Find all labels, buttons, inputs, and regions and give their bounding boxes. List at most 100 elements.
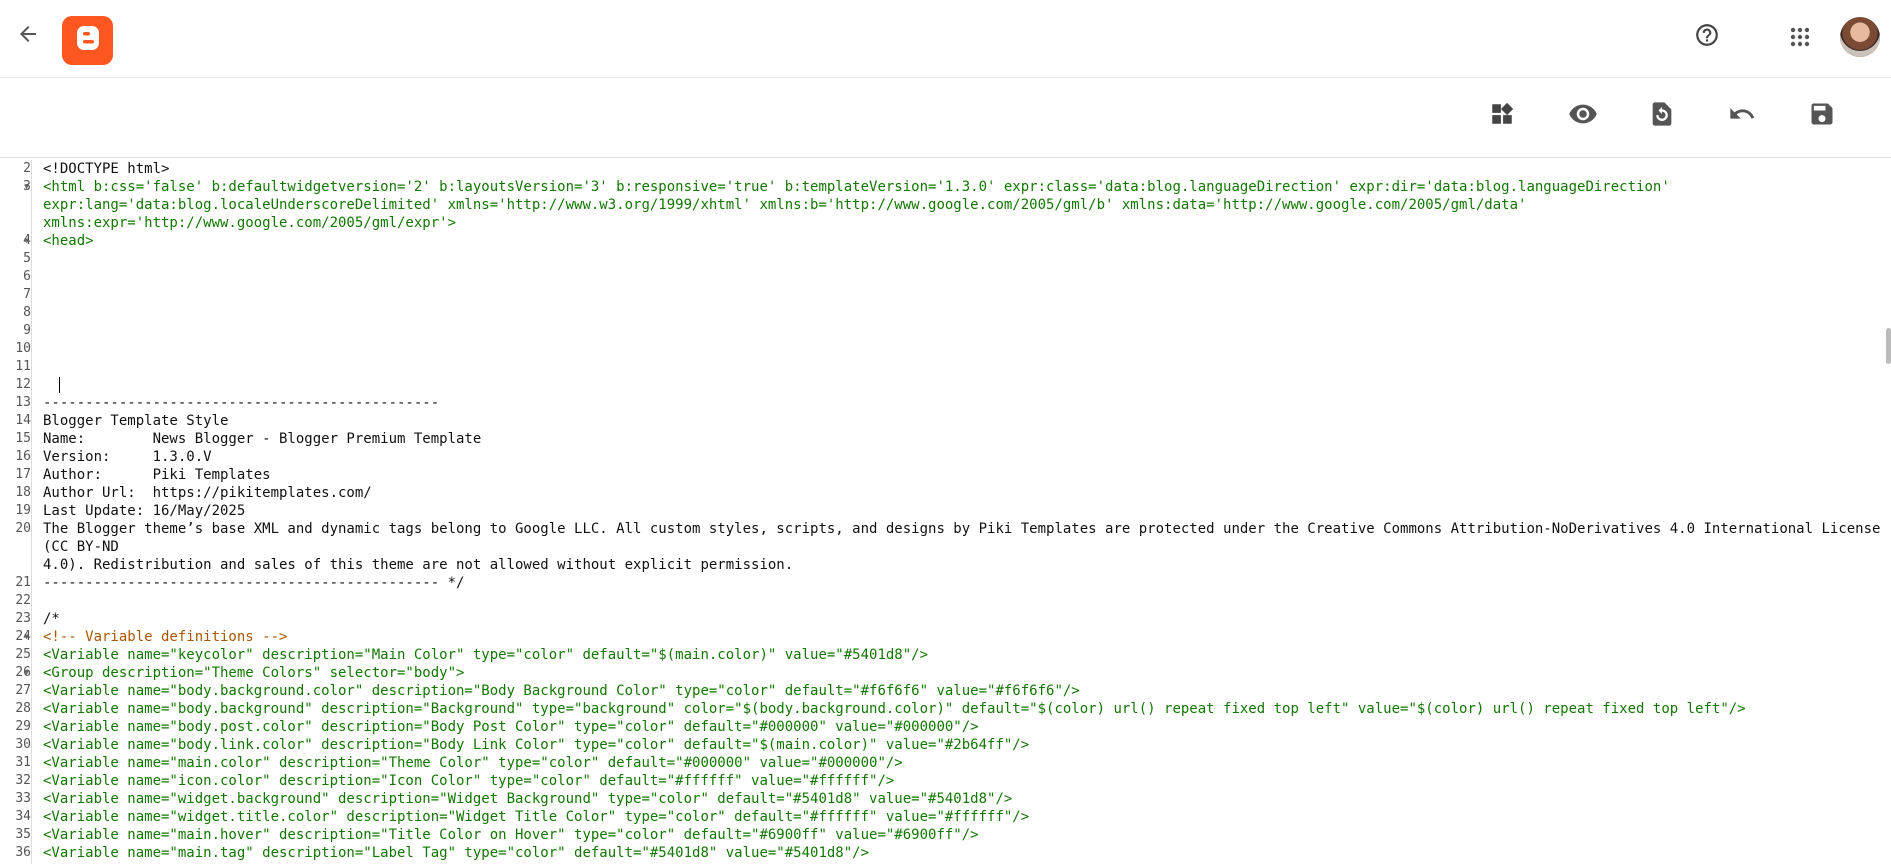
code-line[interactable]: 7 [0, 286, 1891, 304]
restore-button[interactable] [1644, 98, 1680, 134]
code-line[interactable]: 30 <Variable name="body.link.color" descr… [0, 736, 1891, 754]
code-line[interactable]: 19 Last Update: 16/May/2025 [0, 502, 1891, 520]
code-text: <Variable name="body.link.color" descrip… [43, 737, 1030, 753]
code-text: Version: 1.3.0.V [43, 449, 212, 465]
code-line[interactable]: 12 [0, 376, 1891, 394]
line-number: 23 [0, 610, 32, 628]
code-text: <Variable name="body.background.color" d… [43, 683, 1080, 699]
save-icon [1808, 100, 1836, 133]
arrow-left-icon [16, 22, 40, 51]
line-number: 22 [0, 592, 32, 610]
code-line[interactable]: 9 [0, 322, 1891, 340]
code-line[interactable]: 20 The Blogger theme’s base XML and dynam… [0, 520, 1891, 574]
line-number: 4 ▼ [0, 232, 32, 250]
line-number: 30 [0, 736, 32, 754]
code-editor[interactable]: 2 <!DOCTYPE html> 3 ▼ <html b:css='false' b:… [0, 160, 1891, 864]
code-line[interactable]: 22 [0, 592, 1891, 610]
code-text: Blogger Template Style [43, 413, 229, 429]
code-line[interactable]: 17 Author: Piki Templates [0, 466, 1891, 484]
avatar[interactable] [1840, 17, 1880, 57]
code-line[interactable]: 10 [0, 340, 1891, 358]
code-line[interactable]: 24 ▼ <!-- Variable definitions --> [0, 628, 1891, 646]
fold-arrow-icon[interactable]: ▼ [24, 178, 29, 196]
code-line[interactable]: 4 ▼ <head> [0, 232, 1891, 250]
line-number-text: 15 [15, 431, 31, 446]
code-line[interactable]: 31 <Variable name="main.color" descriptio… [0, 754, 1891, 772]
line-number: 28 [0, 700, 32, 718]
code-line[interactable]: 33 <Variable name="widget.background" des… [0, 790, 1891, 808]
line-number: 36 [0, 844, 32, 862]
code-text: <Variable name="main.color" description=… [43, 755, 903, 771]
code-line[interactable]: 16 Version: 1.3.0.V [0, 448, 1891, 466]
code-line[interactable]: 11 [0, 358, 1891, 376]
layout-widgets-icon [1489, 101, 1515, 132]
fold-arrow-icon[interactable]: ▼ [24, 664, 29, 682]
line-number: 7 [0, 286, 32, 304]
save-button[interactable] [1804, 98, 1840, 134]
code-text: Last Update: 16/May/2025 [43, 503, 246, 519]
code-line[interactable]: 18 Author Url: https://pikitemplates.com/ [0, 484, 1891, 502]
back-button[interactable] [12, 20, 44, 52]
code-line[interactable]: 15 Name: News Blogger - Blogger Premium T… [0, 430, 1891, 448]
apps-button[interactable] [1785, 24, 1815, 54]
line-number: 25 [0, 646, 32, 664]
code-line[interactable]: 8 [0, 304, 1891, 322]
help-button[interactable] [1690, 20, 1724, 54]
blogger-logo[interactable] [62, 16, 113, 65]
line-number-text: 35 [15, 827, 31, 842]
code-line[interactable]: 32 <Variable name="icon.color" descriptio… [0, 772, 1891, 790]
line-number-text: 34 [15, 809, 31, 824]
code-text: <Variable name="icon.color" description=… [43, 773, 895, 789]
code-line[interactable]: 29 <Variable name="body.post.color" descr… [0, 718, 1891, 736]
code-line[interactable]: 14 Blogger Template Style [0, 412, 1891, 430]
help-circle-icon [1694, 22, 1720, 53]
line-number-text: 31 [15, 755, 31, 770]
code-line[interactable]: 2 <!DOCTYPE html> [0, 160, 1891, 178]
code-text: <Variable name="keycolor" description="M… [43, 647, 929, 663]
line-number: 26 ▼ [0, 664, 32, 682]
line-number: 3 ▼ [0, 178, 32, 232]
line-number: 21 [0, 574, 32, 592]
preview-button[interactable] [1565, 98, 1601, 134]
line-number-text: 8 [23, 305, 31, 320]
code-line[interactable]: 6 [0, 268, 1891, 286]
line-number-text: 2 [23, 161, 31, 176]
code-line[interactable]: 36 <Variable name="main.tag" description=… [0, 844, 1891, 862]
line-number-text: 20 [15, 521, 31, 536]
text-cursor [59, 377, 60, 393]
line-number-text: 36 [15, 845, 31, 860]
fold-arrow-icon[interactable]: ▼ [24, 628, 29, 646]
undo-icon [1728, 100, 1756, 133]
code-line[interactable]: 23 /* [0, 610, 1891, 628]
code-text: <Variable name="body.post.color" descrip… [43, 719, 979, 735]
code-line[interactable]: 5 [0, 250, 1891, 268]
editor-scrollbar[interactable] [1886, 328, 1891, 364]
code-line[interactable]: 25 <Variable name="keycolor" description=… [0, 646, 1891, 664]
line-number-text: 25 [15, 647, 31, 662]
line-number: 8 [0, 304, 32, 322]
line-number: 27 [0, 682, 32, 700]
line-number-text: 11 [15, 359, 31, 374]
code-line[interactable]: 28 <Variable name="body.background" descr… [0, 700, 1891, 718]
code-line[interactable]: 35 <Variable name="main.hover" descriptio… [0, 826, 1891, 844]
line-number-text: 5 [23, 251, 31, 266]
code-line[interactable]: 27 <Variable name="body.background.color"… [0, 682, 1891, 700]
line-number-text: 9 [23, 323, 31, 338]
code-text: <Variable name="body.background" descrip… [43, 701, 1746, 717]
code-line[interactable]: 34 <Variable name="widget.title.color" de… [0, 808, 1891, 826]
code-line[interactable]: 26 ▼ <Group description="Theme Colors" sel… [0, 664, 1891, 682]
line-number-text: 22 [15, 593, 31, 608]
code-line[interactable]: 21 --------------------------------------… [0, 574, 1891, 592]
apps-grid-icon [1788, 25, 1812, 54]
layout-button[interactable] [1484, 98, 1520, 134]
fold-arrow-icon[interactable]: ▼ [24, 232, 29, 250]
line-number: 12 [0, 376, 32, 394]
code-line[interactable]: 13 --------------------------------------… [0, 394, 1891, 412]
undo-button[interactable] [1724, 98, 1760, 134]
code-line[interactable]: 3 ▼ <html b:css='false' b:defaultwidgetver… [0, 178, 1891, 232]
